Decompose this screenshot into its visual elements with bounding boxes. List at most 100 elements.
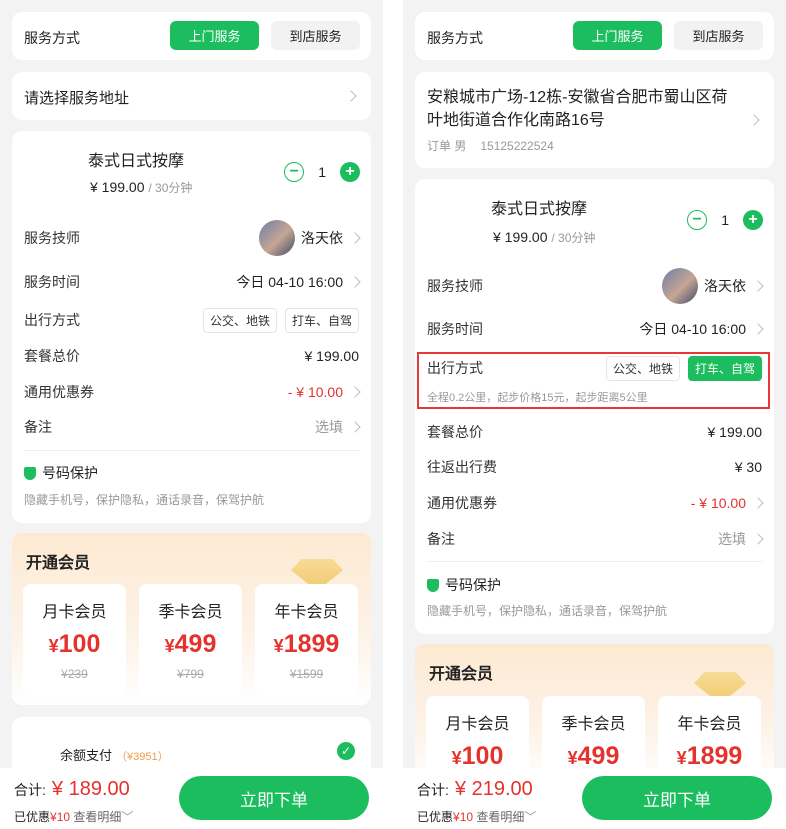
check-icon[interactable]: ✓: [337, 742, 355, 760]
store-service-button[interactable]: 到店服务: [271, 21, 360, 50]
total-price: 合计: ¥ 189.00: [14, 778, 130, 800]
chevron-right-icon: [752, 323, 764, 335]
privacy-desc: 隐藏手机号，保护隐私，通话录音，保驾护航: [427, 604, 668, 618]
balance-payment-label: 余额支付 （¥3951）: [60, 748, 169, 763]
round-trip-fee-row: 往返出行费 ¥ 30: [427, 455, 762, 479]
package-total-label: 套餐总价: [427, 424, 483, 440]
coupon-label: 通用优惠券: [427, 495, 497, 511]
bottom-bar: 合计: ¥ 189.00 已优惠¥10 查看明细﹀ 立即下单: [0, 768, 383, 829]
chevron-down-icon: ﹀: [121, 810, 134, 824]
divider: [24, 450, 359, 451]
order-details-card: 泰式日式按摩 ¥ 199.00 / 30分钟 − 1 + 服务技师 洛天依 服务…: [12, 131, 371, 523]
technician-row[interactable]: 服务技师 洛天依: [427, 268, 764, 304]
quantity-stepper: − 1 +: [284, 162, 360, 182]
chevron-right-icon: [752, 280, 764, 292]
technician-label: 服务技师: [24, 230, 80, 246]
shield-icon: [427, 578, 439, 592]
package-total-value: ¥ 199.00: [707, 424, 763, 440]
discount-summary[interactable]: 已优惠¥10 查看明细﹀: [14, 808, 133, 825]
technician-avatar: [662, 268, 698, 304]
membership-card: 开通会员 月卡会员 ¥100 ¥239 季卡会员 ¥499 ¥799 年卡会员 …: [12, 533, 371, 705]
technician-avatar: [259, 220, 295, 256]
travel-fare-note: 全程0.2公里，起步价格15元，起步距离5公里: [427, 392, 648, 404]
remark-row[interactable]: 备注 选填: [24, 415, 361, 439]
chevron-right-icon: [345, 90, 357, 102]
service-method-label: 服务方式: [427, 30, 483, 46]
service-time-value: 今日 04-10 16:00: [639, 321, 746, 337]
chevron-right-icon: [349, 276, 361, 288]
remark-row[interactable]: 备注 选填: [427, 527, 764, 551]
address-text: 安粮城市广场-12栋-安徽省合肥市蜀山区荷 叶地街道合作化南路16号: [427, 89, 728, 129]
increase-button[interactable]: +: [340, 162, 360, 182]
service-method-label: 服务方式: [24, 30, 80, 46]
membership-option-month[interactable]: 月卡会员 ¥100 ¥239: [23, 584, 126, 696]
home-service-button[interactable]: 上门服务: [170, 21, 259, 50]
address-prompt: 请选择服务地址: [24, 90, 130, 107]
quantity-value: 1: [318, 164, 326, 180]
package-total-row: 套餐总价 ¥ 199.00: [24, 344, 359, 368]
contact-info: 订单 男 15125222524: [427, 139, 554, 153]
service-time-row[interactable]: 服务时间 今日 04-10 16:00: [427, 317, 764, 341]
chevron-right-icon: [349, 232, 361, 244]
coupon-value: - ¥ 10.00: [690, 495, 746, 511]
total-price: 合计: ¥ 219.00: [417, 778, 533, 800]
travel-mode-row: 出行方式 公交、地铁 打车、自驾: [427, 355, 762, 381]
order-panel-right: 服务方式 上门服务 到店服务 安粮城市广场-12栋-安徽省合肥市蜀山区荷 叶地街…: [403, 0, 786, 829]
service-method-card: 服务方式 上门服务 到店服务: [415, 12, 774, 60]
travel-mode-label: 出行方式: [427, 360, 483, 376]
membership-option-quarter[interactable]: 季卡会员 ¥499 ¥799: [139, 584, 242, 696]
technician-label: 服务技师: [427, 278, 483, 294]
package-total-value: ¥ 199.00: [304, 348, 360, 364]
coupon-value: - ¥ 10.00: [287, 384, 343, 400]
technician-row[interactable]: 服务技师 洛天依: [24, 220, 361, 256]
package-total-row: 套餐总价 ¥ 199.00: [427, 420, 762, 444]
order-panel-left: 服务方式 上门服务 到店服务 请选择服务地址 泰式日式按摩 ¥ 199.00 /…: [0, 0, 383, 829]
service-item-name: 泰式日式按摩: [88, 153, 185, 170]
travel-option-transit[interactable]: 公交、地铁: [202, 307, 277, 333]
coupon-row[interactable]: 通用优惠券 - ¥ 10.00: [24, 380, 361, 404]
coupon-row[interactable]: 通用优惠券 - ¥ 10.00: [427, 491, 764, 515]
quantity-value: 1: [721, 212, 729, 228]
address-card[interactable]: 安粮城市广场-12栋-安徽省合肥市蜀山区荷 叶地街道合作化南路16号 订单 男1…: [415, 72, 774, 168]
membership-title: 开通会员: [429, 666, 494, 683]
submit-order-button[interactable]: 立即下单: [179, 776, 369, 820]
service-item-name: 泰式日式按摩: [491, 201, 588, 218]
travel-option-taxi[interactable]: 打车、自驾: [687, 355, 762, 381]
chevron-right-icon: [748, 114, 760, 126]
travel-option-taxi[interactable]: 打车、自驾: [284, 307, 359, 333]
chevron-right-icon: [752, 497, 764, 509]
discount-summary[interactable]: 已优惠¥10 查看明细﹀: [417, 808, 536, 825]
decrease-button[interactable]: −: [687, 210, 708, 230]
privacy-desc: 隐藏手机号，保护隐私，通话录音，保驾护航: [24, 493, 265, 507]
service-time-label: 服务时间: [427, 321, 483, 337]
chevron-right-icon: [752, 533, 764, 545]
membership-title: 开通会员: [26, 555, 91, 572]
coupon-label: 通用优惠券: [24, 384, 94, 400]
service-time-row[interactable]: 服务时间 今日 04-10 16:00: [24, 270, 361, 294]
privacy-title: 号码保护: [427, 575, 501, 595]
home-service-button[interactable]: 上门服务: [573, 21, 662, 50]
membership-option-year[interactable]: 年卡会员 ¥1899 ¥1599: [255, 584, 358, 696]
remark-label: 备注: [427, 531, 455, 547]
increase-button[interactable]: +: [743, 210, 763, 230]
travel-option-transit[interactable]: 公交、地铁: [605, 355, 680, 381]
submit-order-button[interactable]: 立即下单: [582, 776, 772, 820]
shield-icon: [24, 466, 36, 480]
chevron-right-icon: [349, 421, 361, 433]
store-service-button[interactable]: 到店服务: [674, 21, 763, 50]
package-total-label: 套餐总价: [24, 348, 80, 364]
travel-mode-row: 出行方式 公交、地铁 打车、自驾: [24, 307, 359, 333]
decrease-button[interactable]: −: [284, 162, 305, 182]
panel-gap: [383, 0, 403, 829]
chevron-right-icon: [349, 386, 361, 398]
remark-label: 备注: [24, 419, 52, 435]
address-card[interactable]: 请选择服务地址: [12, 72, 371, 120]
technician-name: 洛天依: [301, 230, 343, 246]
divider: [427, 561, 762, 562]
order-details-card: 泰式日式按摩 ¥ 199.00 / 30分钟 − 1 + 服务技师 洛天依 服务…: [415, 179, 774, 634]
round-trip-fee-value: ¥ 30: [734, 459, 762, 475]
remark-value: 选填: [315, 419, 343, 435]
remark-value: 选填: [718, 531, 746, 547]
travel-mode-label: 出行方式: [24, 312, 80, 328]
chevron-down-icon: ﹀: [524, 810, 537, 824]
